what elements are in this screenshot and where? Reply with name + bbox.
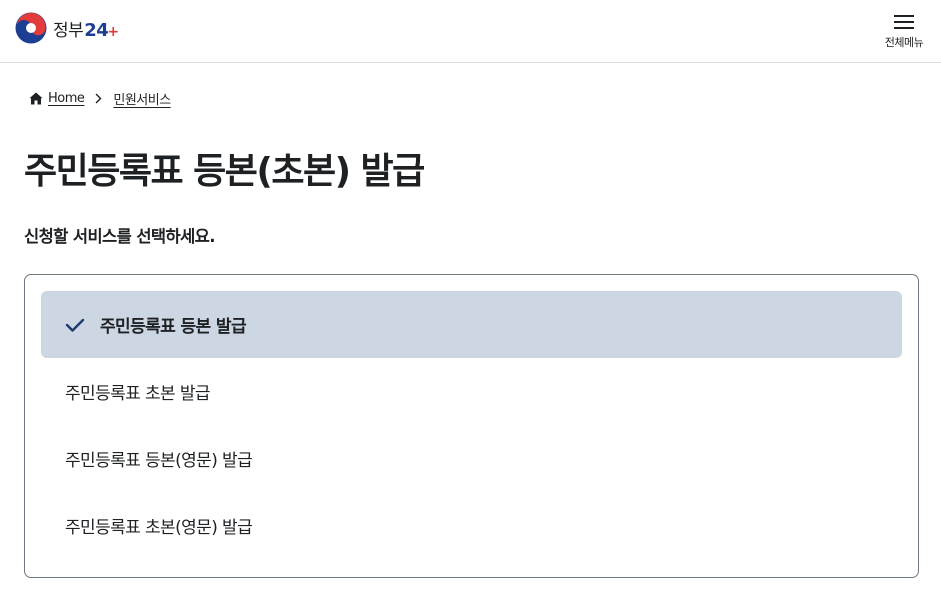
home-icon xyxy=(29,92,43,105)
hamburger-icon xyxy=(894,15,914,29)
chevron-right-icon xyxy=(95,93,102,104)
option-label: 주민등록표 등본 발급 xyxy=(100,317,247,337)
breadcrumb-current-link[interactable]: 민원서비스 xyxy=(113,89,171,108)
option-resident-register-copy[interactable]: 주민등록표 등본 발급 xyxy=(41,291,902,358)
logo-wordmark: 정부 24 + xyxy=(53,16,119,41)
breadcrumb: Home 민원서비스 xyxy=(29,89,171,108)
full-menu-label: 전체메뉴 xyxy=(884,36,924,49)
logo-plus: + xyxy=(107,23,119,40)
option-resident-register-abstract-english[interactable]: 주민등록표 초본(영문) 발급 xyxy=(41,492,902,559)
instruction-text: 신청할 서비스를 선택하세요. xyxy=(24,227,216,246)
taegeuk-logo-icon xyxy=(15,12,47,44)
page-title: 주민등록표 등본(초본) 발급 xyxy=(24,151,425,192)
option-resident-register-abstract[interactable]: 주민등록표 초본 발급 xyxy=(41,358,902,425)
gov24-logo[interactable]: 정부 24 + xyxy=(15,12,119,44)
logo-text: 정부 xyxy=(53,20,84,41)
option-label: 주민등록표 초본 발급 xyxy=(65,384,211,404)
site-header: 정부 24 + 전체메뉴 xyxy=(0,0,941,63)
check-icon xyxy=(65,315,85,335)
logo-number: 24 xyxy=(84,19,109,41)
option-label: 주민등록표 초본(영문) 발급 xyxy=(65,518,253,538)
option-resident-register-copy-english[interactable]: 주민등록표 등본(영문) 발급 xyxy=(41,425,902,492)
breadcrumb-home: Home xyxy=(29,91,85,106)
option-label: 주민등록표 등본(영문) 발급 xyxy=(65,451,253,471)
service-option-list: 주민등록표 등본 발급 주민등록표 초본 발급 주민등록표 등본(영문) 발급 … xyxy=(24,274,919,578)
breadcrumb-home-link[interactable]: Home xyxy=(48,91,85,106)
full-menu-button[interactable]: 전체메뉴 xyxy=(880,14,928,50)
